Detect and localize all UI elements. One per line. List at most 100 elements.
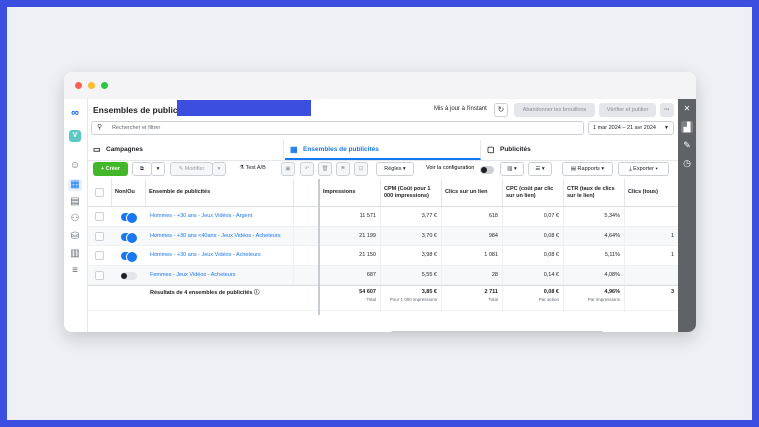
modify-dropdown[interactable]: ▾ <box>212 162 226 176</box>
tab-divider <box>88 160 678 161</box>
ad-set-name[interactable]: Hommes - +30 ans <40ans - Jeux Vidéos - … <box>146 226 294 246</box>
discard-drafts-button[interactable]: Abandonner les brouillons <box>514 103 595 117</box>
review-publish-button[interactable]: Vérifier et publier <box>599 103 656 117</box>
date-range-picker[interactable]: 1 mar 2024 – 21 avr 2024 ▼ <box>588 121 674 135</box>
trash-icon[interactable]: 🗑 <box>318 162 332 176</box>
select-all-checkbox[interactable] <box>95 188 104 197</box>
summary-ctr-sub: Par impressions <box>587 297 620 302</box>
header-cpc[interactable]: CPC (coût par clic sur un lien) <box>503 179 564 207</box>
info-icon[interactable]: ⓘ <box>254 290 260 296</box>
meta-logo-icon[interactable]: ∞ <box>68 107 82 119</box>
close-icon[interactable]: ✕ <box>681 103 693 115</box>
grid-icon: ▦ <box>290 145 298 154</box>
row-toggle[interactable] <box>121 251 138 263</box>
preview-icon[interactable]: ⊡ <box>354 162 368 176</box>
header-clicks[interactable]: Clics sur un lien <box>442 179 503 207</box>
bar-chart-icon[interactable]: ▟ <box>681 121 693 133</box>
reports-label: Rapports <box>577 166 600 172</box>
cpm-value: 3,77 € <box>381 207 442 227</box>
catalog-icon[interactable]: ▥ <box>68 248 82 260</box>
refresh-button[interactable]: ↻ <box>494 103 508 117</box>
row-checkbox[interactable] <box>95 251 104 260</box>
tag-icon[interactable]: ⚑ <box>336 162 350 176</box>
rules-button[interactable]: Règles ▾ <box>376 162 414 176</box>
minimize-window-button[interactable] <box>88 82 95 89</box>
row-checkbox[interactable] <box>95 231 104 241</box>
table-row[interactable]: Hommes - +30 ans - Jeux Vidéos - Argent … <box>88 207 678 227</box>
header-ctr[interactable]: CTR (taux de clics sur le lien) <box>564 179 625 207</box>
header-name[interactable]: Ensemble de publicités <box>146 179 294 207</box>
document-icon[interactable]: ▤ <box>68 196 82 208</box>
row-toggle[interactable] <box>121 231 138 244</box>
pencil-icon[interactable]: ✎ <box>681 139 693 151</box>
view-config-label: Voir la configuration <box>426 165 475 171</box>
export-button[interactable]: ⤓ Exporter ▾ <box>618 162 669 176</box>
row-toggle[interactable] <box>121 212 138 224</box>
create-button[interactable]: + Créer <box>93 162 128 176</box>
cpc-value: 0,08 € <box>503 246 564 266</box>
duplicate-button[interactable]: ⧉ <box>132 162 152 176</box>
columns-button[interactable]: ▥ ▾ <box>500 162 524 176</box>
ad-set-name[interactable]: Femmes - Jeux Vidéos - Acheteurs <box>146 265 294 285</box>
folder-icon: ▭ <box>93 145 101 154</box>
ad-set-name[interactable]: Hommes - +30 ans - Jeux Vidéos - Acheteu… <box>146 246 294 266</box>
impressions-value: 21 199 <box>320 226 381 246</box>
horizontal-scrollbar[interactable] <box>391 331 603 332</box>
modify-button[interactable]: ✎ Modifier <box>170 162 213 176</box>
modify-label: Modifier <box>184 166 205 172</box>
summary-clics-tous: 3 <box>670 289 674 295</box>
row-checkbox[interactable] <box>95 270 104 280</box>
tab-ad-sets-label: Ensembles de publicités <box>303 146 379 153</box>
right-side-panel: ✕ ▟ ✎ ◷ <box>678 99 696 332</box>
cpc-value: 0,07 € <box>503 207 564 227</box>
update-status: Mis à jour à l'instant <box>434 106 487 112</box>
frozen-column-divider[interactable] <box>318 179 320 315</box>
search-placeholder: Rechercher et filtrer <box>112 125 161 131</box>
more-options-button[interactable]: ··· <box>660 103 674 117</box>
audience-icon[interactable]: ⚇ <box>68 213 82 225</box>
close-window-button[interactable] <box>75 82 82 89</box>
coins-icon[interactable]: ⛁ <box>68 231 82 243</box>
summary-impressions-value: 54 607 <box>359 289 376 295</box>
smiley-icon[interactable]: ☺ <box>68 160 82 172</box>
tab-ad-sets[interactable]: ▦ Ensembles de publicités <box>285 140 481 160</box>
delete-draft-icon[interactable]: ▣ <box>281 162 295 176</box>
ab-test-button[interactable]: ⚗ Test A/B <box>231 162 274 176</box>
search-bar[interactable]: ⚲ Rechercher et filtrer <box>91 121 584 135</box>
view-config-toggle[interactable] <box>480 166 494 174</box>
history-icon[interactable]: ◷ <box>681 157 693 169</box>
table-grid-icon[interactable]: ▦ <box>68 179 82 191</box>
table-row[interactable]: Hommes - +30 ans - Jeux Vidéos - Acheteu… <box>88 246 678 266</box>
clics-tous-value: 1 <box>670 232 674 239</box>
summary-impressions-sub: Total <box>366 297 376 302</box>
ad-sets-table: Non/Ou Ensemble de publicités Impression… <box>88 179 678 329</box>
impressions-value: 11 571 <box>320 207 381 227</box>
header-clics-tous[interactable]: Clics (tous) <box>625 179 678 207</box>
summary-clicks: 2 711 Total <box>442 286 503 312</box>
clics-tous-value <box>625 207 678 227</box>
row-checkbox[interactable] <box>95 212 104 221</box>
table-row[interactable]: Femmes - Jeux Vidéos - Acheteurs 687 5,5… <box>88 265 678 286</box>
undo-icon[interactable]: ↶ <box>300 162 314 176</box>
header-onoff[interactable]: Non/Ou <box>112 179 146 207</box>
redacted-block <box>177 100 311 116</box>
ab-test-label: Test A/B <box>245 165 266 171</box>
table-row[interactable]: Hommes - +30 ans <40ans - Jeux Vidéos - … <box>88 226 678 246</box>
summary-cpc-sub: Par action <box>538 297 559 302</box>
header-cpm[interactable]: CPM (Coût pour 1 000 impressions) <box>381 179 442 207</box>
account-avatar[interactable]: V <box>69 130 81 142</box>
menu-icon[interactable]: ≡ <box>68 265 82 277</box>
clicks-value: 984 <box>442 226 503 246</box>
tab-campaigns[interactable]: ▭ Campagnes <box>88 140 284 160</box>
row-toggle[interactable] <box>121 271 137 280</box>
header-impressions[interactable]: Impressions <box>320 179 381 207</box>
breakdown-button[interactable]: ☰ ▾ <box>528 162 552 176</box>
clics-tous-value <box>625 266 678 286</box>
duplicate-dropdown[interactable]: ▾ <box>151 162 165 176</box>
summary-cpm: 3,85 € Pour 1 000 impressions <box>381 286 442 312</box>
tab-ads[interactable]: ▢ Publicités <box>482 140 678 160</box>
reports-button[interactable]: ▤ Rapports ▾ <box>562 162 613 176</box>
maximize-window-button[interactable] <box>101 82 108 89</box>
ad-set-name[interactable]: Hommes - +30 ans - Jeux Vidéos - Argent <box>146 207 294 227</box>
cpm-value: 5,55 € <box>381 265 442 285</box>
